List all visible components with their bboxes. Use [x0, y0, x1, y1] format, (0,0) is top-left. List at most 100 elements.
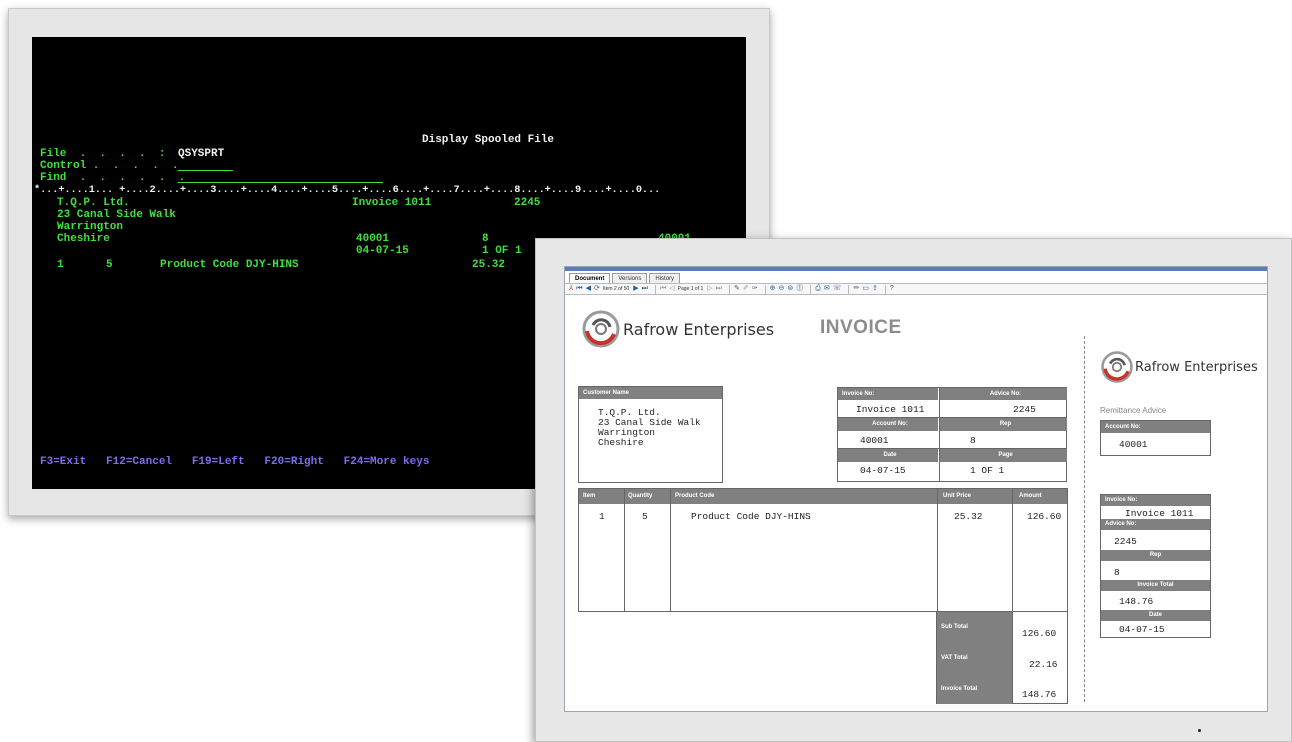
remittance-title: Remittance Advice: [1100, 406, 1167, 415]
remit-date-label: Date: [1101, 610, 1210, 621]
control-label: Control . . . . .: [40, 160, 179, 172]
remit-invoice-label: Invoice No:: [1101, 495, 1210, 506]
line-items-table: Item Quantity Product Code Unit Price Am…: [578, 488, 1068, 612]
edit-icon[interactable]: ✏: [853, 284, 859, 294]
invoice-no-label: Invoice No:: [838, 388, 938, 400]
spool-account: 40001: [356, 233, 390, 245]
remit-rep-label: Rep: [1101, 550, 1210, 561]
remit-rep-value: 8: [1114, 567, 1120, 578]
refresh-icon[interactable]: ⟳: [594, 284, 600, 294]
table-col-divider: [670, 489, 671, 611]
annotate-icon[interactable]: ✐: [743, 284, 749, 294]
remit-account-value: 40001: [1119, 439, 1148, 450]
fit-width-icon[interactable]: ⊜: [787, 284, 793, 294]
column-ruler: *...+....1... +....2....+....3....+....4…: [34, 184, 661, 196]
remittance-tear-line: [1084, 336, 1086, 702]
row-item: 1: [599, 511, 605, 522]
col-amount-header: Amount: [1019, 493, 1042, 499]
remittance-account-box: Account No: 40001: [1100, 420, 1211, 456]
table-header-row: Item Quantity Product Code Unit Price Am…: [579, 489, 1067, 504]
row-unit-price: 25.32: [954, 511, 983, 522]
spool-product: Product Code DJY-HINS: [160, 259, 299, 271]
spool-address2: Warrington: [57, 221, 124, 233]
document-viewer-window: Document Versions History ⅄ ⏮ ◀ ⟳ Item 2…: [535, 238, 1292, 742]
remit-advice-value: 2245: [1114, 536, 1137, 547]
remittance-company-name: Rafrow Enterprises: [1135, 359, 1258, 375]
customer-line-4: Cheshire: [598, 437, 644, 448]
file-value: QSYSPRT: [178, 148, 225, 160]
remit-invoice-value: Invoice 1011: [1125, 508, 1194, 519]
function-keys-bar[interactable]: F3=Exit F12=Cancel F19=Left F20=Right F2…: [40, 456, 429, 468]
col-product-header: Product Code: [675, 493, 715, 499]
sub-total-value: 126.60: [1022, 628, 1057, 639]
spool-invoice: Invoice 1011: [352, 197, 432, 209]
vat-total-label: VAT Total: [937, 643, 1012, 674]
file-label: File . . . . :: [40, 148, 166, 160]
totals-box: Sub Total 126.60 VAT Total 22.16 Invoice…: [936, 611, 1068, 704]
first-page-icon[interactable]: ⏮: [660, 284, 666, 294]
col-unit-price-header: Unit Price: [943, 493, 972, 499]
customer-box: Customer Name T.Q.P. Ltd. 23 Canal Side …: [578, 386, 723, 483]
find-label: Find . . . . . .: [40, 172, 186, 184]
export-icon[interactable]: ⇪: [872, 284, 878, 294]
sub-total-label: Sub Total: [937, 612, 1012, 643]
print-icon[interactable]: ⎙: [815, 284, 821, 294]
invoice-col-divider: [939, 388, 940, 481]
email-icon[interactable]: ✉: [824, 284, 830, 294]
prev-item-icon[interactable]: ◀: [586, 284, 591, 294]
fax-icon[interactable]: ☏: [833, 284, 842, 294]
control-input[interactable]: [178, 170, 233, 171]
prev-page-icon[interactable]: ◁: [669, 284, 674, 294]
remit-advice-label: Advice No:: [1101, 519, 1210, 530]
note-icon[interactable]: ▭: [862, 284, 869, 294]
item-counter: Item 2 of 50: [602, 286, 630, 292]
last-item-icon[interactable]: ⏭: [642, 284, 648, 294]
zoom-in-icon[interactable]: ⊕: [770, 284, 776, 294]
actual-size-icon[interactable]: ⓵: [796, 284, 803, 294]
toolbar-divider: [654, 284, 656, 294]
toolbar-divider: [764, 284, 766, 294]
toolbar-divider: [728, 284, 730, 294]
date-label: Date: [838, 449, 938, 462]
invoice-heading: INVOICE: [820, 317, 902, 338]
company-name: Rafrow Enterprises: [623, 319, 775, 339]
page-value: 1 OF 1: [970, 465, 1005, 476]
viewer-toolbar: ⅄ ⏮ ◀ ⟳ Item 2 of 50 ▶ ⏭ ⏮ ◁ Page 1 of 1…: [565, 283, 1267, 295]
page-label: Page: [940, 449, 1067, 462]
col-quantity-header: Quantity: [628, 493, 653, 499]
spool-advice: 2245: [514, 197, 541, 209]
pdf-icon[interactable]: ⅄: [569, 284, 573, 294]
help-icon[interactable]: ?: [890, 284, 894, 294]
page-counter: Page 1 of 1: [677, 286, 704, 292]
zoom-out-icon[interactable]: ⊖: [778, 284, 784, 294]
row-quantity: 5: [642, 511, 648, 522]
row-product: Product Code DJY-HINS: [691, 511, 811, 522]
spool-address1: 23 Canal Side Walk: [57, 209, 176, 221]
rep-label: Rep: [940, 418, 1067, 431]
invoice-total-label: Invoice Total: [937, 674, 1012, 704]
next-page-icon[interactable]: ▷: [707, 284, 712, 294]
account-no-label: Account No:: [838, 418, 938, 431]
markup-icon[interactable]: ✑: [752, 284, 758, 294]
frame-dot: [1198, 729, 1201, 732]
row-amount: 126.60: [1027, 511, 1062, 522]
col-item-header: Item: [583, 493, 596, 499]
account-no-value: 40001: [860, 435, 889, 446]
last-page-icon[interactable]: ⏭: [716, 284, 722, 294]
table-col-divider: [624, 489, 625, 611]
spool-rep: 8: [482, 233, 489, 245]
remit-date-value: 04-07-15: [1119, 624, 1165, 635]
swirl-logo-icon: [1101, 351, 1133, 383]
date-value: 04-07-15: [860, 465, 906, 476]
remittance-logo: Rafrow Enterprises: [1100, 350, 1258, 384]
table-col-divider: [937, 489, 938, 611]
company-logo: Rafrow Enterprises: [581, 309, 774, 349]
totals-divider: [1012, 612, 1013, 703]
spool-date: 04-07-15: [356, 245, 409, 257]
highlight-icon[interactable]: ✎: [734, 284, 740, 294]
next-item-icon[interactable]: ▶: [633, 284, 638, 294]
first-item-icon[interactable]: ⏮: [576, 284, 582, 294]
viewer-title-strip: [565, 267, 1267, 271]
spool-unit-price: 25.32: [472, 259, 506, 271]
find-input[interactable]: [178, 182, 383, 183]
